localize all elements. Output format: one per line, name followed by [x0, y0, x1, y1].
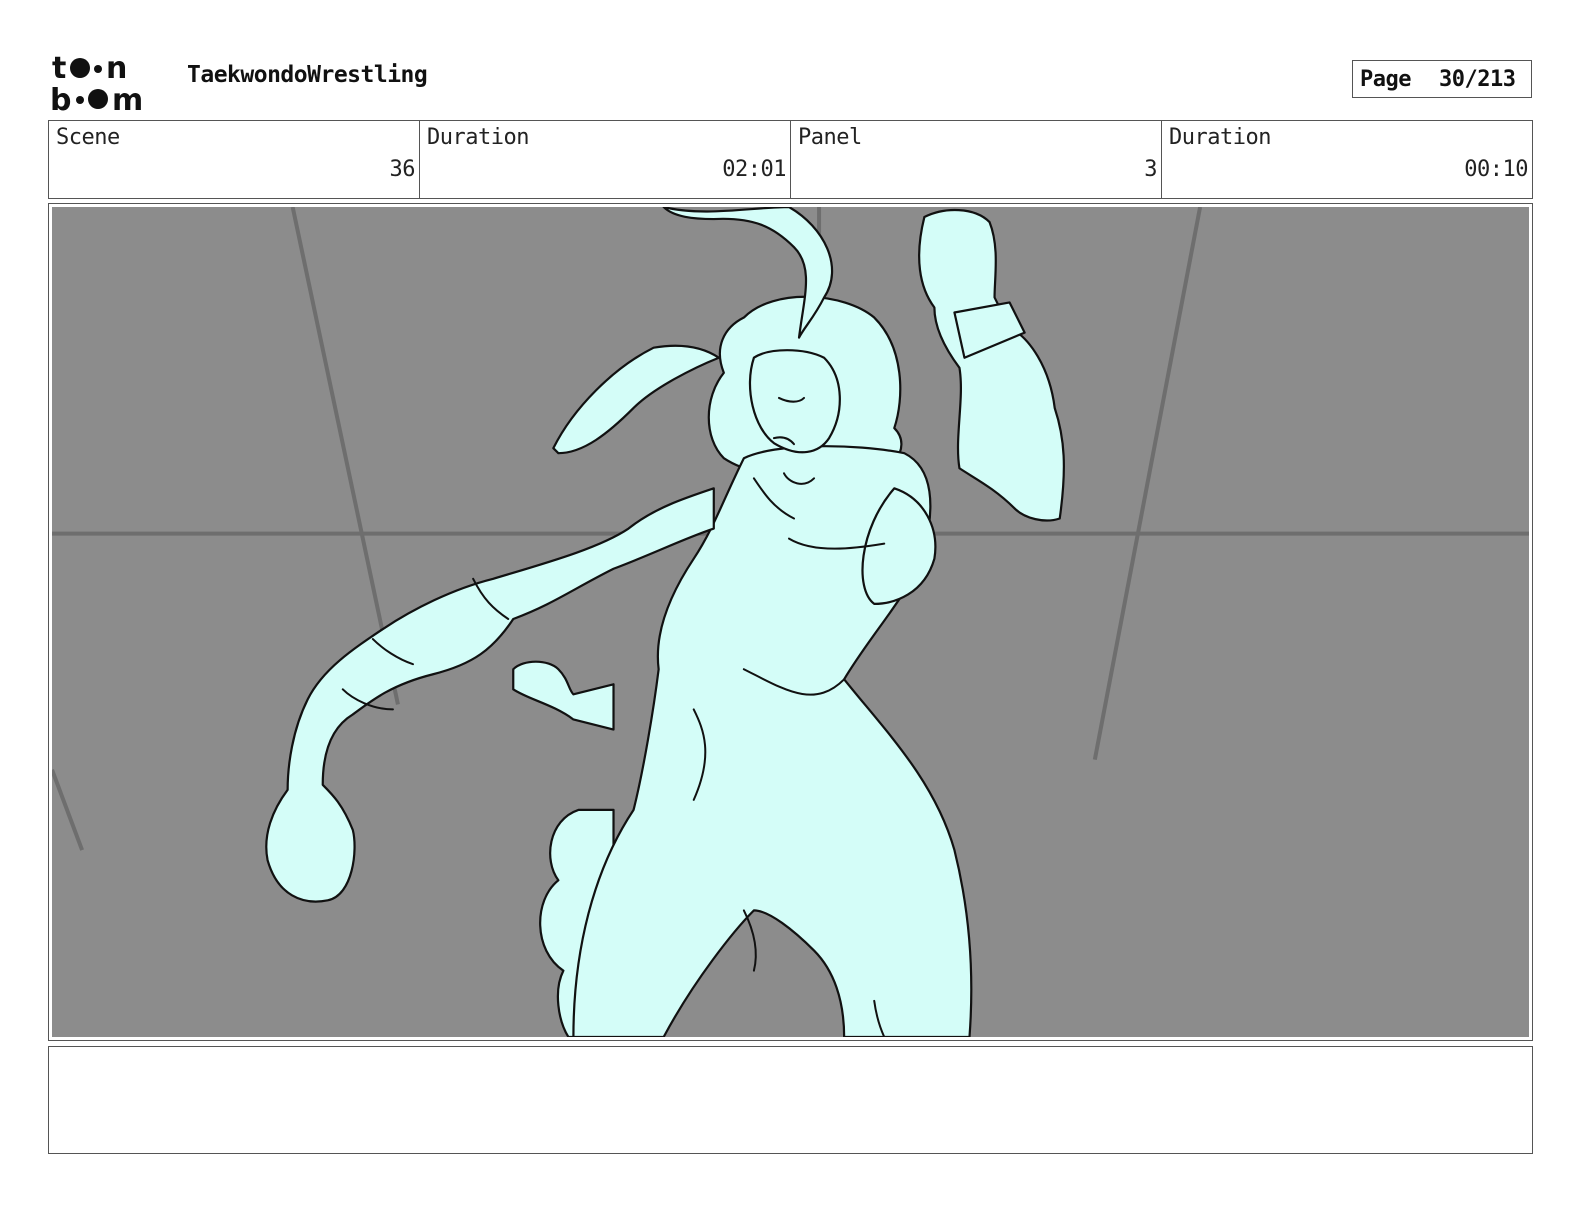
- svg-text:m: m: [112, 83, 143, 112]
- panel-value: 3: [1144, 157, 1157, 182]
- svg-text:b: b: [50, 83, 71, 112]
- scene-duration-cell: Duration 02:01: [420, 121, 791, 198]
- scene-cell: Scene 36: [49, 121, 420, 198]
- storyboard-panel-frame: [48, 203, 1533, 1041]
- panel-duration-value: 00:10: [1464, 157, 1528, 182]
- panel-notes-box: [48, 1046, 1533, 1154]
- panel-info-row: Scene 36 Duration 02:01 Panel 3 Duration…: [48, 120, 1533, 199]
- panel-duration-cell: Duration 00:10: [1162, 121, 1532, 198]
- panel-duration-label: Duration: [1169, 125, 1271, 150]
- page-number: 30/213: [1438, 66, 1516, 92]
- project-title: TaekwondoWrestling: [187, 62, 428, 88]
- panel-cell: Panel 3: [791, 121, 1162, 198]
- scene-duration-label: Duration: [427, 125, 529, 150]
- svg-text:t: t: [52, 51, 66, 86]
- page-indicator: Page 30/213: [1352, 60, 1532, 98]
- page-label: Page: [1360, 66, 1411, 92]
- toon-boom-logo: t n b m: [50, 50, 165, 118]
- panel-drawing: [52, 207, 1529, 1037]
- svg-text:n: n: [106, 51, 127, 86]
- scene-label: Scene: [56, 125, 120, 150]
- panel-label: Panel: [798, 125, 862, 150]
- scene-value: 36: [389, 157, 416, 182]
- scene-duration-value: 02:01: [722, 157, 786, 182]
- character-sketch: [52, 207, 1529, 1037]
